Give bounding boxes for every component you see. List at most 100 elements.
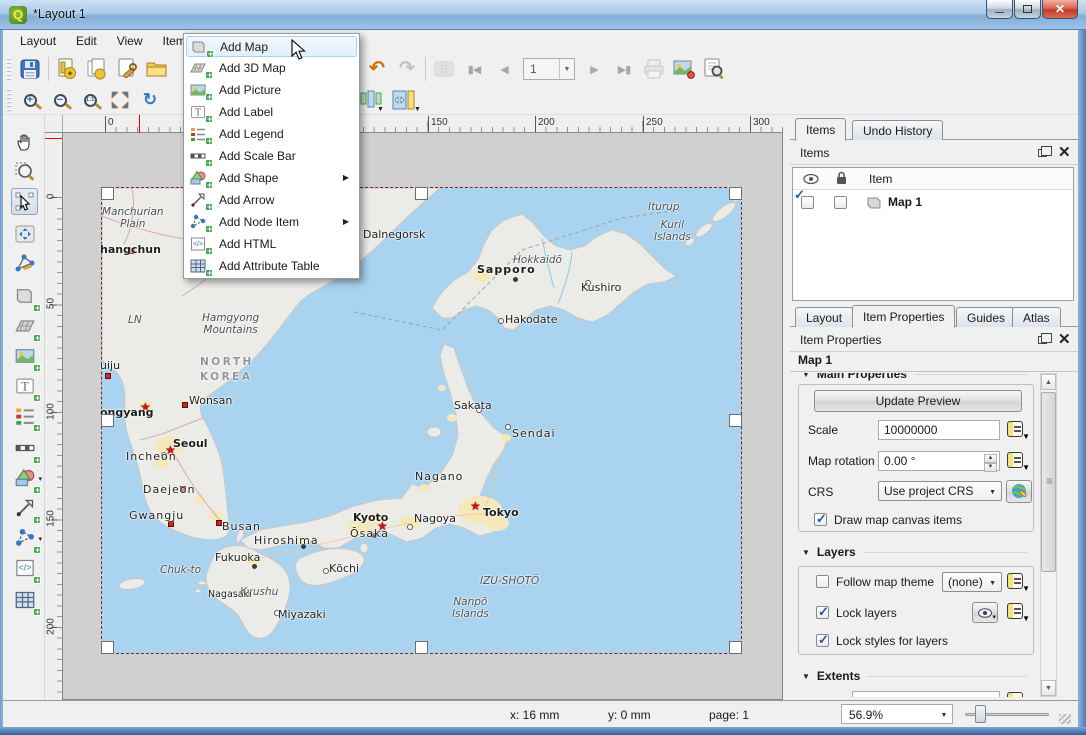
open-template-button[interactable] <box>142 55 172 83</box>
add-shape-tool-button[interactable]: ▾ <box>11 464 38 491</box>
scroll-up-button[interactable]: ▲ <box>1041 374 1056 390</box>
title-bar[interactable]: Q *Layout 1 ─ ✕ <box>0 0 1086 30</box>
close-panel-button[interactable]: ✕ <box>1058 146 1072 160</box>
add-legend-tool-button[interactable] <box>11 402 38 429</box>
move-content-tool-button[interactable] <box>11 220 38 247</box>
menu-item-add-arrow[interactable]: Add Arrow <box>186 189 357 211</box>
menu-item-add-legend[interactable]: Add Legend <box>186 123 357 145</box>
extents-input[interactable] <box>852 691 1000 697</box>
layout-manager-button[interactable] <box>112 55 142 83</box>
zoom-slider-thumb[interactable] <box>975 705 986 723</box>
add-html-tool-button[interactable]: </> <box>11 554 38 581</box>
resize-handle-sw[interactable] <box>101 641 114 654</box>
lock-layers-override-button[interactable] <box>1006 602 1030 622</box>
zoom-full-button[interactable] <box>105 87 135 113</box>
add-picture-tool-button[interactable] <box>11 342 38 369</box>
items-list-row[interactable]: Map 1 <box>793 190 1073 214</box>
menu-view[interactable]: View <box>108 32 152 50</box>
maximize-button[interactable] <box>1014 0 1041 19</box>
menu-item-add-3d-map[interactable]: Add 3D Map <box>186 57 357 79</box>
map-theme-dropdown[interactable]: (none) <box>942 572 1002 592</box>
lock-styles-checkbox[interactable] <box>816 634 829 647</box>
save-button[interactable] <box>15 55 45 83</box>
menu-layout[interactable]: Layout <box>11 32 65 50</box>
align-dropdown-icon[interactable]: ▼ <box>377 106 384 113</box>
crs-dropdown[interactable]: Use project CRS <box>878 481 1002 501</box>
tab-item-properties[interactable]: Item Properties <box>852 305 955 328</box>
redo-button[interactable]: ↷ <box>392 55 422 83</box>
properties-scrollbar[interactable]: ▲ ▼ <box>1040 373 1057 697</box>
toolbar-grip[interactable] <box>7 89 11 111</box>
rotation-input[interactable]: 0.00 ° ▲▼ <box>878 451 1000 471</box>
node-item-dropdown-icon[interactable]: ▾ <box>38 535 42 543</box>
scroll-down-button[interactable]: ▼ <box>1041 680 1056 696</box>
float-panel-button[interactable] <box>1038 149 1052 163</box>
tab-undo-history[interactable]: Undo History <box>852 120 943 140</box>
zoom-tool-button[interactable] <box>11 158 38 185</box>
tab-atlas[interactable]: Atlas <box>1012 307 1061 327</box>
zoom-in-button[interactable]: + <box>15 87 45 113</box>
minimize-button[interactable]: ─ <box>986 0 1013 19</box>
new-layout-button[interactable]: ✦ <box>52 55 82 83</box>
resize-handle-se[interactable] <box>729 641 742 654</box>
close-button[interactable]: ✕ <box>1042 0 1078 19</box>
lock-layers-checkbox[interactable] <box>816 606 829 619</box>
menu-edit[interactable]: Edit <box>67 32 106 50</box>
add-scalebar-tool-button[interactable] <box>11 434 38 461</box>
menu-item-add-label[interactable]: T Add Label <box>186 101 357 123</box>
resize-handle-e[interactable] <box>729 414 742 427</box>
update-preview-button[interactable]: Update Preview <box>814 390 1022 412</box>
menu-item-add-picture[interactable]: Add Picture <box>186 79 357 101</box>
resize-handle-s[interactable] <box>415 641 428 654</box>
panel-splitter[interactable] <box>783 115 790 700</box>
last-feature-button[interactable]: ▶▮ <box>609 55 639 83</box>
add-attribute-table-tool-button[interactable] <box>11 586 38 613</box>
spin-up-icon[interactable]: ▲ <box>984 454 997 463</box>
print-button[interactable] <box>639 55 669 83</box>
section-main-properties[interactable]: Main Properties <box>802 373 1027 381</box>
lock-checkbox[interactable] <box>834 196 847 209</box>
undo-button[interactable]: ↶ <box>362 55 392 83</box>
previous-feature-button[interactable]: ◀ <box>489 55 519 83</box>
spin-down-icon[interactable]: ▼ <box>984 463 997 472</box>
resize-handle-n[interactable] <box>415 187 428 200</box>
menu-item-add-scale-bar[interactable]: Add Scale Bar <box>186 145 357 167</box>
close-panel-button[interactable]: ✕ <box>1058 333 1072 347</box>
scrollbar-thumb[interactable] <box>1041 392 1056 572</box>
page-number-spinbox[interactable]: 1 ▼ <box>523 58 575 80</box>
theme-override-button[interactable] <box>1006 572 1030 592</box>
zoom-out-button[interactable]: − <box>45 87 75 113</box>
align-items-button[interactable]: ▼ <box>356 87 386 113</box>
select-move-item-tool-button[interactable] <box>11 188 38 215</box>
toolbar-grip[interactable] <box>7 58 11 80</box>
atlas-preview-button[interactable] <box>429 55 459 83</box>
zoom-level-combobox[interactable]: 56.9% ▼ <box>841 704 953 724</box>
scale-override-button[interactable] <box>1006 420 1030 440</box>
edit-nodes-tool-button[interactable] <box>11 250 38 277</box>
tab-layout[interactable]: Layout <box>795 307 853 327</box>
combobox-dropdown-icon[interactable]: ▼ <box>936 705 952 723</box>
scale-input[interactable]: 10000000 <box>878 420 1000 440</box>
follow-map-theme-checkbox[interactable] <box>816 575 829 588</box>
zoom-actual-button[interactable]: 1:1 <box>75 87 105 113</box>
resize-grip[interactable] <box>1059 714 1071 724</box>
first-feature-button[interactable]: ▮◀ <box>459 55 489 83</box>
shape-dropdown-icon[interactable]: ▾ <box>38 475 42 483</box>
section-extents[interactable]: Extents <box>802 669 1027 683</box>
layer-visibility-button[interactable]: ▾ <box>972 602 998 623</box>
menu-item-add-attribute-table[interactable]: Add Attribute Table <box>186 255 357 277</box>
menu-item-add-shape[interactable]: Add Shape <box>186 167 357 189</box>
rotation-spinner[interactable]: ▲▼ <box>984 454 997 470</box>
rotation-override-button[interactable] <box>1006 451 1030 471</box>
add-node-item-tool-button[interactable]: ▾ <box>11 524 38 551</box>
duplicate-layout-button[interactable] <box>82 55 112 83</box>
export-image-button[interactable] <box>669 55 699 83</box>
resize-handle-nw[interactable] <box>101 187 114 200</box>
add-3d-map-tool-button[interactable] <box>11 312 38 339</box>
extents-override-button[interactable] <box>1006 691 1030 697</box>
menu-item-add-node-item[interactable]: Add Node Item <box>186 211 357 233</box>
crs-select-button[interactable] <box>1006 480 1032 503</box>
add-label-tool-button[interactable]: T <box>11 372 38 399</box>
resize-handle-w[interactable] <box>101 414 114 427</box>
export-pdf-button[interactable] <box>699 55 729 83</box>
